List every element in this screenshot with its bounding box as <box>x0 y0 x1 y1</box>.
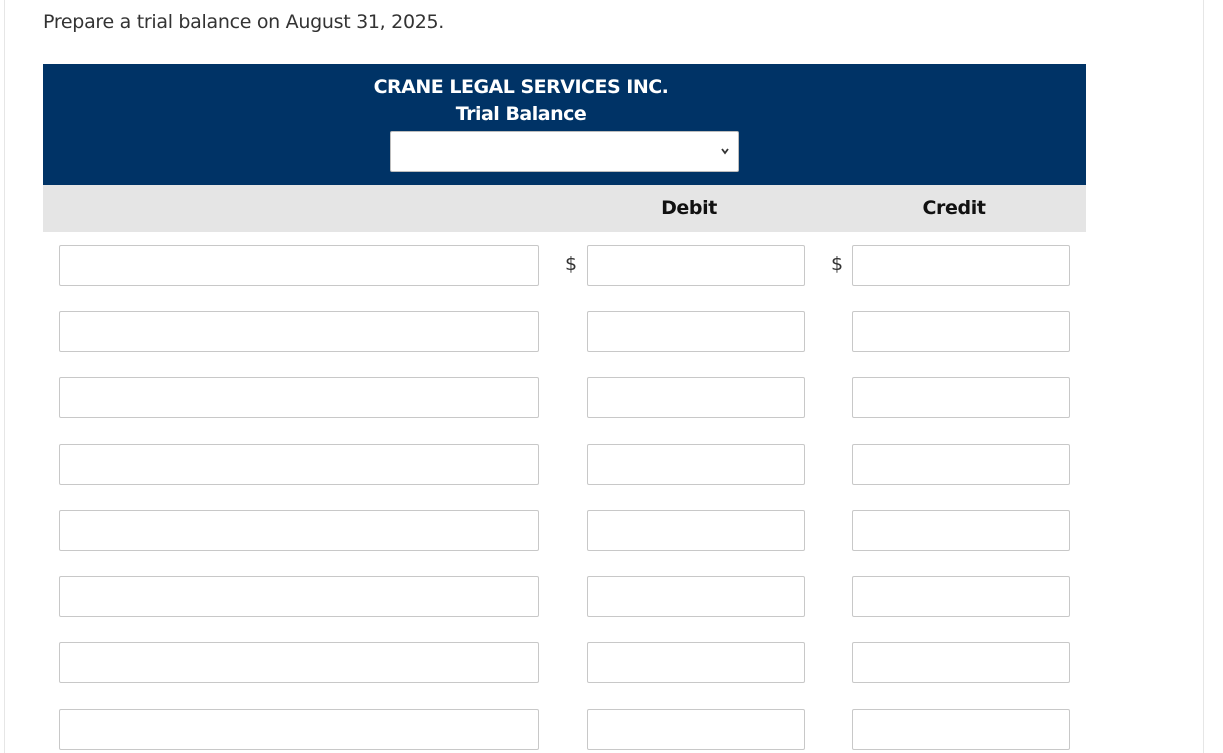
statement-title-text: Trial Balance <box>455 103 587 125</box>
company-name-text: CRANE LEGAL SERVICES INC. <box>373 76 669 98</box>
credit-amount-input[interactable] <box>852 245 1070 286</box>
debit-amount-input[interactable] <box>587 642 805 683</box>
credit-amount-input[interactable] <box>852 642 1070 683</box>
table-row <box>0 444 1223 485</box>
chevron-down-icon <box>721 148 729 155</box>
account-name-input[interactable] <box>59 311 539 352</box>
account-name-input[interactable] <box>59 444 539 485</box>
debit-amount-input[interactable] <box>587 510 805 551</box>
credit-amount-input[interactable] <box>852 377 1070 418</box>
credit-dollar-sign: $ <box>831 253 844 275</box>
table-row: $ $ <box>0 245 1223 286</box>
table-row <box>0 377 1223 418</box>
credit-amount-input[interactable] <box>852 709 1070 750</box>
debit-amount-input[interactable] <box>587 444 805 485</box>
table-row <box>0 576 1223 617</box>
company-name: CRANE LEGAL SERVICES INC. <box>43 76 1086 98</box>
debit-amount-input[interactable] <box>587 709 805 750</box>
credit-amount-input[interactable] <box>852 576 1070 617</box>
account-name-input[interactable] <box>59 510 539 551</box>
credit-amount-input[interactable] <box>852 510 1070 551</box>
statement-title: Trial Balance <box>43 103 1086 125</box>
debit-column-header: Debit <box>661 197 717 219</box>
credit-column-header: Credit <box>922 197 986 219</box>
debit-dollar-sign: $ <box>565 253 578 275</box>
account-name-input[interactable] <box>59 709 539 750</box>
account-name-input[interactable] <box>59 576 539 617</box>
account-name-input[interactable] <box>59 245 539 286</box>
credit-amount-input[interactable] <box>852 311 1070 352</box>
table-row <box>0 642 1223 683</box>
debit-amount-input[interactable] <box>587 245 805 286</box>
account-name-input[interactable] <box>59 642 539 683</box>
instruction-text: Prepare a trial balance on August 31, 20… <box>43 11 445 33</box>
debit-amount-input[interactable] <box>587 311 805 352</box>
account-name-input[interactable] <box>59 377 539 418</box>
column-header-row: Debit Credit <box>43 185 1086 232</box>
table-row <box>0 510 1223 551</box>
date-dropdown[interactable] <box>390 131 739 172</box>
debit-amount-input[interactable] <box>587 377 805 418</box>
statement-header: CRANE LEGAL SERVICES INC. Trial Balance <box>43 64 1086 185</box>
credit-amount-input[interactable] <box>852 444 1070 485</box>
debit-amount-input[interactable] <box>587 576 805 617</box>
table-row <box>0 709 1223 750</box>
table-row <box>0 311 1223 352</box>
